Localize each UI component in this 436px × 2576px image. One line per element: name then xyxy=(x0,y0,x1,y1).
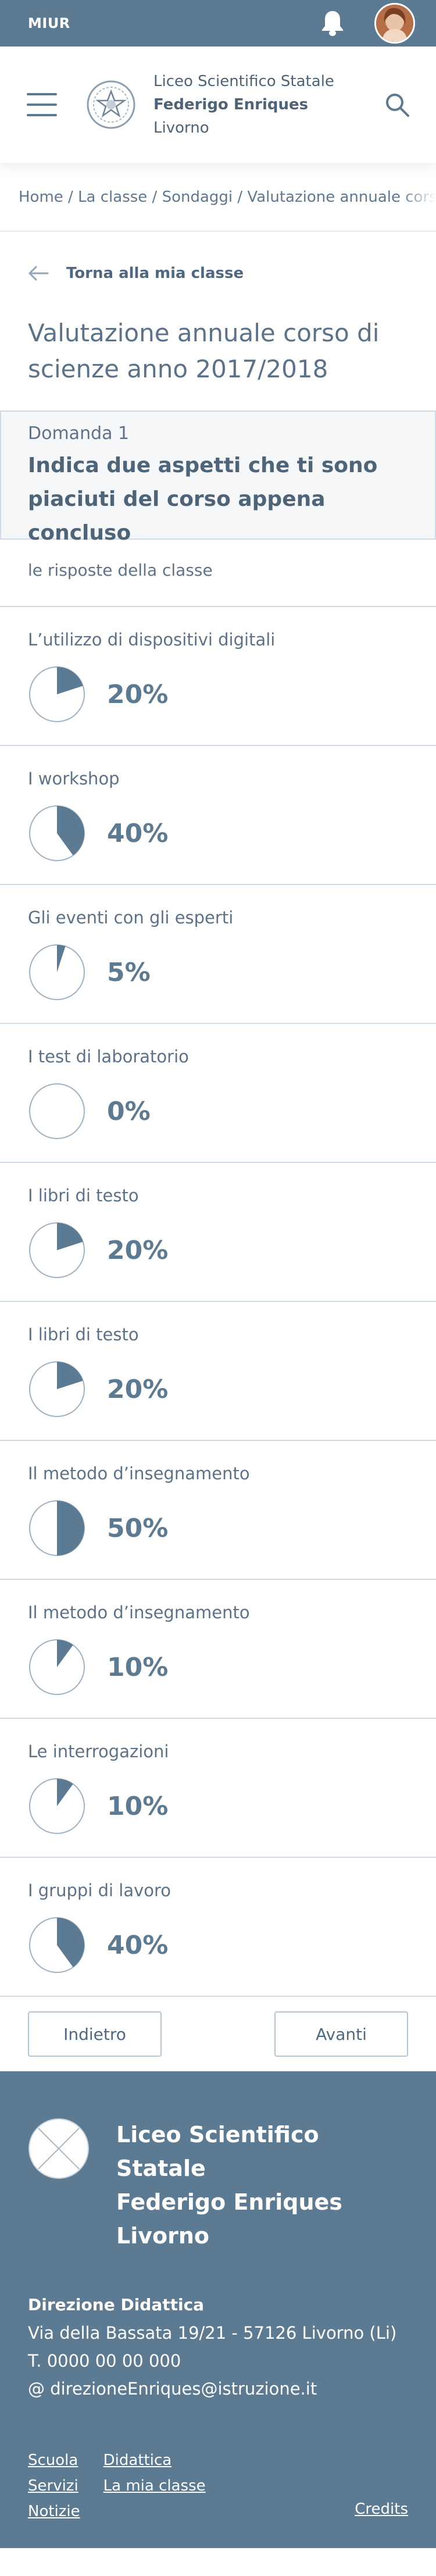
response-item: I libri di testo 20% xyxy=(0,1302,436,1441)
pie-chart-icon xyxy=(29,1222,85,1278)
response-label: I libri di testo xyxy=(28,1186,139,1205)
question-card: Domanda 1 Indica due aspetti che ti sono… xyxy=(0,411,436,545)
pie-chart-icon xyxy=(29,1917,85,1973)
footer-name-line2: Federigo Enriques xyxy=(116,2189,342,2215)
response-item: L’utilizzo di dispositivi digitali 20% xyxy=(0,607,436,746)
hamburger-icon[interactable] xyxy=(27,93,57,116)
breadcrumb[interactable]: Home / La classe / Sondaggi / Valutazion… xyxy=(0,163,436,231)
back-link[interactable]: Torna alla mia classe xyxy=(0,231,436,315)
pie-chart-icon xyxy=(29,1361,85,1417)
pie-slice xyxy=(57,1501,84,1555)
pie-outline xyxy=(29,1083,85,1139)
response-label: I libri di testo xyxy=(28,1325,139,1344)
response-percent: 40% xyxy=(107,818,169,848)
response-item: Il metodo d’insegnamento 10% xyxy=(0,1580,436,1719)
back-link-label: Torna alla mia classe xyxy=(66,265,244,282)
page-title: Valutazione annuale corso di scienze ann… xyxy=(28,319,380,383)
brand-label[interactable]: MIUR xyxy=(28,15,70,31)
response-label: I workshop xyxy=(28,769,120,789)
response-label: Il metodo d’insegnamento xyxy=(28,1464,250,1483)
response-label: I test di laboratorio xyxy=(28,1047,189,1066)
response-item: I gruppi di lavoro 40% xyxy=(0,1858,436,1997)
response-percent: 20% xyxy=(107,1235,169,1265)
prev-button[interactable]: Indietro xyxy=(28,2011,162,2057)
pie-chart-icon xyxy=(29,805,85,861)
footer-link-notizie[interactable]: Notizie xyxy=(28,2499,80,2524)
response-label: I gruppi di lavoro xyxy=(28,1881,171,1900)
response-label: L’utilizzo di dispositivi digitali xyxy=(28,630,276,650)
school-name-line2: Federigo Enriques xyxy=(153,96,309,113)
pie-chart-icon xyxy=(29,1639,85,1695)
top-bar: MIUR xyxy=(0,0,436,47)
footer-name-line3: Livorno xyxy=(116,2223,210,2249)
school-logo-icon xyxy=(28,2118,90,2179)
response-percent: 10% xyxy=(107,1652,169,1682)
user-avatar[interactable] xyxy=(374,3,415,44)
emblem-icon xyxy=(85,79,137,131)
footer-phone: T. 0000 00 00 000 xyxy=(28,2351,181,2371)
pie-chart-icon xyxy=(29,944,85,1000)
footer-link-scuola[interactable]: Scuola xyxy=(28,2448,80,2472)
pie-chart-icon xyxy=(29,1083,85,1139)
school-name-line3: Livorno xyxy=(153,119,209,137)
response-item: I libri di testo 20% xyxy=(0,1163,436,1302)
response-percent: 20% xyxy=(107,679,169,709)
response-label: Le interrogazioni xyxy=(28,1742,169,1761)
response-percent: 0% xyxy=(107,1096,151,1126)
footer-email[interactable]: @ direzioneEnriques@istruzione.it xyxy=(28,2375,408,2403)
school-name-line1: Liceo Scientifico Statale xyxy=(153,73,334,90)
footer-links: Scuola Servizi Notizie Didattica La mia … xyxy=(28,2448,408,2524)
footer-links-col2: Didattica La mia classe xyxy=(103,2448,206,2498)
response-percent: 20% xyxy=(107,1374,169,1404)
footer-school-name: Liceo Scientifico Statale Federigo Enriq… xyxy=(116,2118,408,2253)
breadcrumb-text: Home / La classe / Sondaggi / Valutazion… xyxy=(19,188,436,206)
footer-address: Via della Bassata 19/21 - 57126 Livorno … xyxy=(28,2323,397,2343)
response-percent: 10% xyxy=(107,1791,169,1821)
school-name[interactable]: Liceo Scientifico Statale Federigo Enriq… xyxy=(153,70,384,140)
response-item: Le interrogazioni 10% xyxy=(0,1719,436,1858)
pie-chart-icon xyxy=(29,666,85,722)
footer-name-line1: Liceo Scientifico Statale xyxy=(116,2122,319,2181)
footer-link-credits[interactable]: Credits xyxy=(355,2497,408,2521)
arrow-left-icon xyxy=(28,266,49,281)
top-bar-actions xyxy=(317,3,415,44)
footer-links-col1: Scuola Servizi Notizie xyxy=(28,2448,80,2524)
responses-list: L’utilizzo di dispositivi digitali 20% I… xyxy=(0,607,436,1997)
response-item: I test di laboratorio 0% xyxy=(0,1024,436,1163)
response-item: I workshop 40% xyxy=(0,746,436,885)
response-label: Il metodo d’insegnamento xyxy=(28,1603,250,1622)
response-percent: 40% xyxy=(107,1930,169,1960)
search-icon[interactable] xyxy=(384,91,410,118)
response-label: Gli eventi con gli esperti xyxy=(28,908,234,927)
pie-chart-icon xyxy=(29,1778,85,1834)
copyright[interactable]: ®Copyright 2013 xyxy=(28,2560,408,2576)
response-item: Gli eventi con gli esperti 5% xyxy=(0,885,436,1024)
question-number: Domanda 1 xyxy=(28,423,130,444)
bell-icon[interactable] xyxy=(317,8,348,38)
pagination-nav: Indietro Avanti xyxy=(0,1997,436,2071)
response-percent: 5% xyxy=(107,957,151,987)
footer-link-mia-classe[interactable]: La mia classe xyxy=(103,2474,206,2498)
site-header: Liceo Scientifico Statale Federigo Enriq… xyxy=(0,47,436,163)
pie-chart-icon xyxy=(29,1500,85,1556)
footer-link-didattica[interactable]: Didattica xyxy=(103,2448,206,2472)
next-button[interactable]: Avanti xyxy=(274,2011,408,2057)
question-text: Indica due aspetti che ti sono piaciuti … xyxy=(28,454,378,545)
site-footer: Liceo Scientifico Statale Federigo Enriq… xyxy=(0,2071,436,2576)
breadcrumb-fade xyxy=(401,163,436,231)
response-item: Il metodo d’insegnamento 50% xyxy=(0,1441,436,1580)
footer-direction: Direzione Didattica xyxy=(28,2295,205,2314)
response-percent: 50% xyxy=(107,1513,169,1543)
footer-link-servizi[interactable]: Servizi xyxy=(28,2474,80,2498)
